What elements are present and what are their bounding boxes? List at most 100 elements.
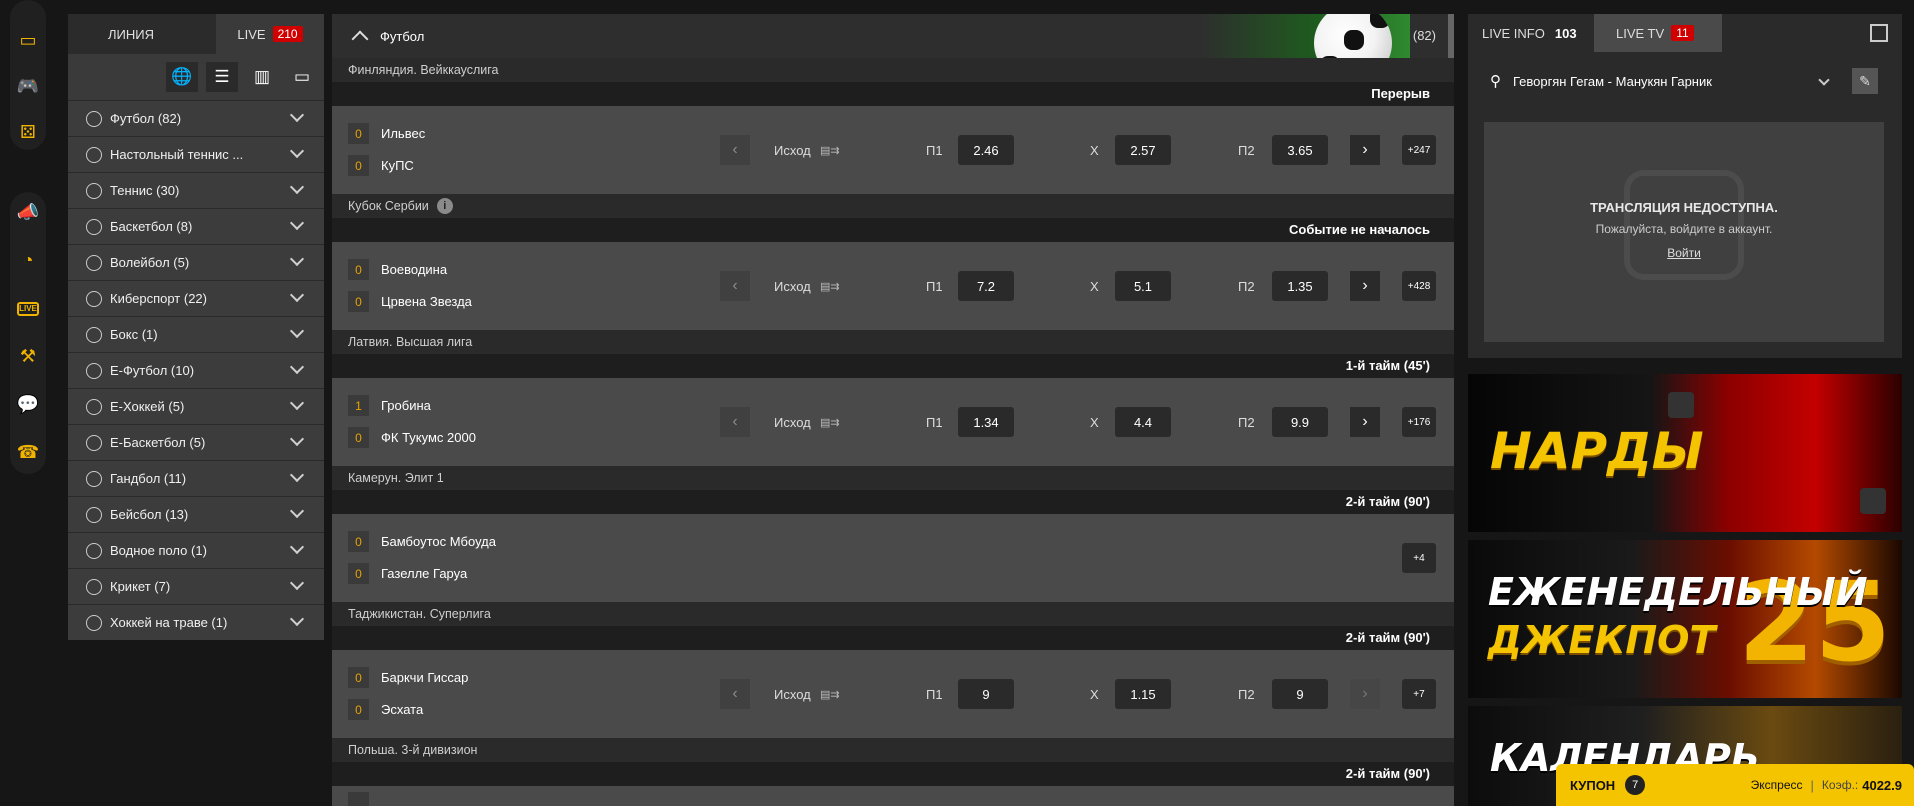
league-header[interactable]: Польша. 3-й дивизион	[332, 738, 1454, 762]
odd-x-button[interactable]: 4.4	[1115, 407, 1171, 437]
event-block: Латвия. Высшая лига 1-й тайм (45') 1 Гробин…	[332, 330, 1454, 466]
sport-item[interactable]: Водное поло (1)	[68, 532, 324, 568]
next-market-button[interactable]: ›	[1350, 679, 1380, 709]
pie-chart-icon[interactable]: ◔	[12, 246, 44, 274]
sport-item[interactable]: Гандбол (11)	[68, 460, 324, 496]
prev-market-button[interactable]: ‹	[720, 679, 750, 709]
sport-item[interactable]: Киберспорт (22)	[68, 280, 324, 316]
league-header[interactable]: Таджикистан. Суперлига	[332, 602, 1454, 626]
league-header[interactable]: Камерун. Элит 1	[332, 466, 1454, 490]
chevron-down-icon[interactable]	[289, 611, 305, 627]
chevron-down-icon[interactable]	[289, 539, 305, 555]
sport-item[interactable]: Баскетбол (8)	[68, 208, 324, 244]
odd-p1-button[interactable]: 9	[958, 679, 1014, 709]
chevron-down-icon[interactable]	[289, 287, 305, 303]
chevron-down-icon[interactable]	[289, 467, 305, 483]
sport-item[interactable]: Е-Футбол (10)	[68, 352, 324, 388]
gavel-icon[interactable]: ⚒	[12, 342, 44, 370]
odd-x-button[interactable]: 2.57	[1115, 135, 1171, 165]
fullscreen-icon[interactable]	[1870, 24, 1888, 42]
odd-x-button[interactable]: 5.1	[1115, 271, 1171, 301]
login-link[interactable]: Войти	[1484, 246, 1884, 260]
odd-x-button[interactable]: 1.15	[1115, 679, 1171, 709]
chevron-down-icon[interactable]	[289, 359, 305, 375]
megaphone-icon[interactable]: 📣	[12, 198, 44, 226]
grid-view-button[interactable]: ▥	[246, 62, 278, 92]
sport-item[interactable]: Е-Баскетбол (5)	[68, 424, 324, 460]
events-header[interactable]: Футбол (82)	[332, 14, 1454, 58]
market-switch-icon[interactable]: ▤⇉	[820, 416, 840, 429]
event-row[interactable]: 0 Воеводина 0 Црвена Звезда ‹ Исход ▤⇉ П1 7.2 X 5.…	[332, 242, 1454, 330]
more-markets-button[interactable]: +7	[1402, 679, 1436, 709]
event-row[interactable]: 0 Бамбоутос Мбоуда 0 Газелле Гаруа +4	[332, 514, 1454, 602]
collapse-up-icon[interactable]	[351, 30, 369, 48]
league-header[interactable]: Кубок Сербии i	[332, 194, 1454, 218]
market-switch-icon[interactable]: ▤⇉	[820, 688, 840, 701]
chevron-down-icon[interactable]	[289, 143, 305, 159]
sport-item[interactable]: Хоккей на траве (1)	[68, 604, 324, 640]
more-markets-button[interactable]: +4	[1402, 543, 1436, 573]
prev-market-button[interactable]: ‹	[720, 271, 750, 301]
chevron-down-icon[interactable]	[289, 395, 305, 411]
globe-view-button[interactable]: 🌐	[166, 62, 198, 92]
list-view-button[interactable]: ☰	[206, 62, 238, 92]
odd-p2-button[interactable]: 9.9	[1272, 407, 1328, 437]
league-header[interactable]: Латвия. Высшая лига	[332, 330, 1454, 354]
sport-item[interactable]: Настольный теннис ...	[68, 136, 324, 172]
event-row[interactable]	[332, 786, 1454, 806]
odd-p1-button[interactable]: 2.46	[958, 135, 1014, 165]
more-markets-button[interactable]: +247	[1402, 135, 1436, 165]
chevron-down-icon[interactable]	[289, 575, 305, 591]
event-row[interactable]: 0 Баркчи Гиссар 0 Эсхата ‹ Исход ▤⇉ П1 9 X 1.15 П2 9…	[332, 650, 1454, 738]
match-selector[interactable]: ⚲ Геворгян Гегам - Манукян Гарник ✎	[1490, 66, 1878, 96]
sport-item[interactable]: Теннис (30)	[68, 172, 324, 208]
market-switch-icon[interactable]: ▤⇉	[820, 280, 840, 293]
backgammon-banner[interactable]: НАРДЫ	[1468, 374, 1902, 532]
market-switch-icon[interactable]: ▤⇉	[820, 144, 840, 157]
sport-item[interactable]: Волейбол (5)	[68, 244, 324, 280]
monitor-view-button[interactable]: ▭	[286, 62, 318, 92]
odd-p1-button[interactable]: 1.34	[958, 407, 1014, 437]
next-market-button[interactable]: ›	[1350, 135, 1380, 165]
coupon-bar[interactable]: КУПОН 7 Экспресс | Коэф.: 4022.9	[1556, 764, 1914, 806]
chevron-down-icon[interactable]	[289, 431, 305, 447]
league-header[interactable]: Финляндия. Вейккауслига	[332, 58, 1454, 82]
event-row[interactable]: 0 Ильвес 0 КуПС ‹ Исход ▤⇉ П1 2.46 X 2.57 П2 3.65 › +2…	[332, 106, 1454, 194]
live-small-icon[interactable]: LIVE	[17, 302, 39, 316]
chat-icon[interactable]: 💬	[12, 390, 44, 418]
odd-p2-button[interactable]: 9	[1272, 679, 1328, 709]
live-icon[interactable]: ▭	[12, 26, 44, 54]
chevron-down-icon[interactable]	[289, 107, 305, 123]
next-market-button[interactable]: ›	[1350, 271, 1380, 301]
prev-market-button[interactable]: ‹	[720, 407, 750, 437]
dice-icon[interactable]: ⚄	[12, 118, 44, 146]
sport-item[interactable]: Бокс (1)	[68, 316, 324, 352]
chevron-down-icon[interactable]	[289, 215, 305, 231]
odd-p2-button[interactable]: 1.35	[1272, 271, 1328, 301]
tab-line[interactable]: ЛИНИЯ	[68, 14, 216, 54]
more-markets-button[interactable]: +428	[1402, 271, 1436, 301]
sport-item[interactable]: Футбол (82)	[68, 100, 324, 136]
sport-item[interactable]: Крикет (7)	[68, 568, 324, 604]
prev-market-button[interactable]: ‹	[720, 135, 750, 165]
tab-live[interactable]: LIVE 210	[216, 14, 324, 54]
odd-p2-button[interactable]: 3.65	[1272, 135, 1328, 165]
event-row[interactable]: 1 Гробина 0 ФК Тукумс 2000 ‹ Исход ▤⇉ П1 1.34 X 4.…	[332, 378, 1454, 466]
more-markets-button[interactable]: +176	[1402, 407, 1436, 437]
chevron-down-icon[interactable]	[289, 179, 305, 195]
odd-p1-button[interactable]: 7.2	[958, 271, 1014, 301]
chevron-down-icon[interactable]	[289, 323, 305, 339]
tab-live-tv[interactable]: LIVE TV 11	[1594, 14, 1722, 52]
info-icon[interactable]: i	[436, 198, 453, 214]
next-market-button[interactable]: ›	[1350, 407, 1380, 437]
jackpot-banner[interactable]: 25 ЕЖЕНЕДЕЛЬНЫЙ ДЖЕКПОТ	[1468, 540, 1902, 698]
gamepad-icon[interactable]: 🎮	[12, 72, 44, 100]
sport-item[interactable]: Е-Хоккей (5)	[68, 388, 324, 424]
events-scrollbar[interactable]	[1448, 14, 1454, 58]
sport-item[interactable]: Бейсбол (13)	[68, 496, 324, 532]
chevron-down-icon[interactable]	[289, 251, 305, 267]
chevron-down-icon[interactable]	[289, 503, 305, 519]
phone-icon[interactable]: ☎	[12, 438, 44, 466]
pin-icon[interactable]: ✎	[1852, 68, 1878, 94]
tab-live-info[interactable]: LIVE INFO 103	[1468, 14, 1594, 52]
